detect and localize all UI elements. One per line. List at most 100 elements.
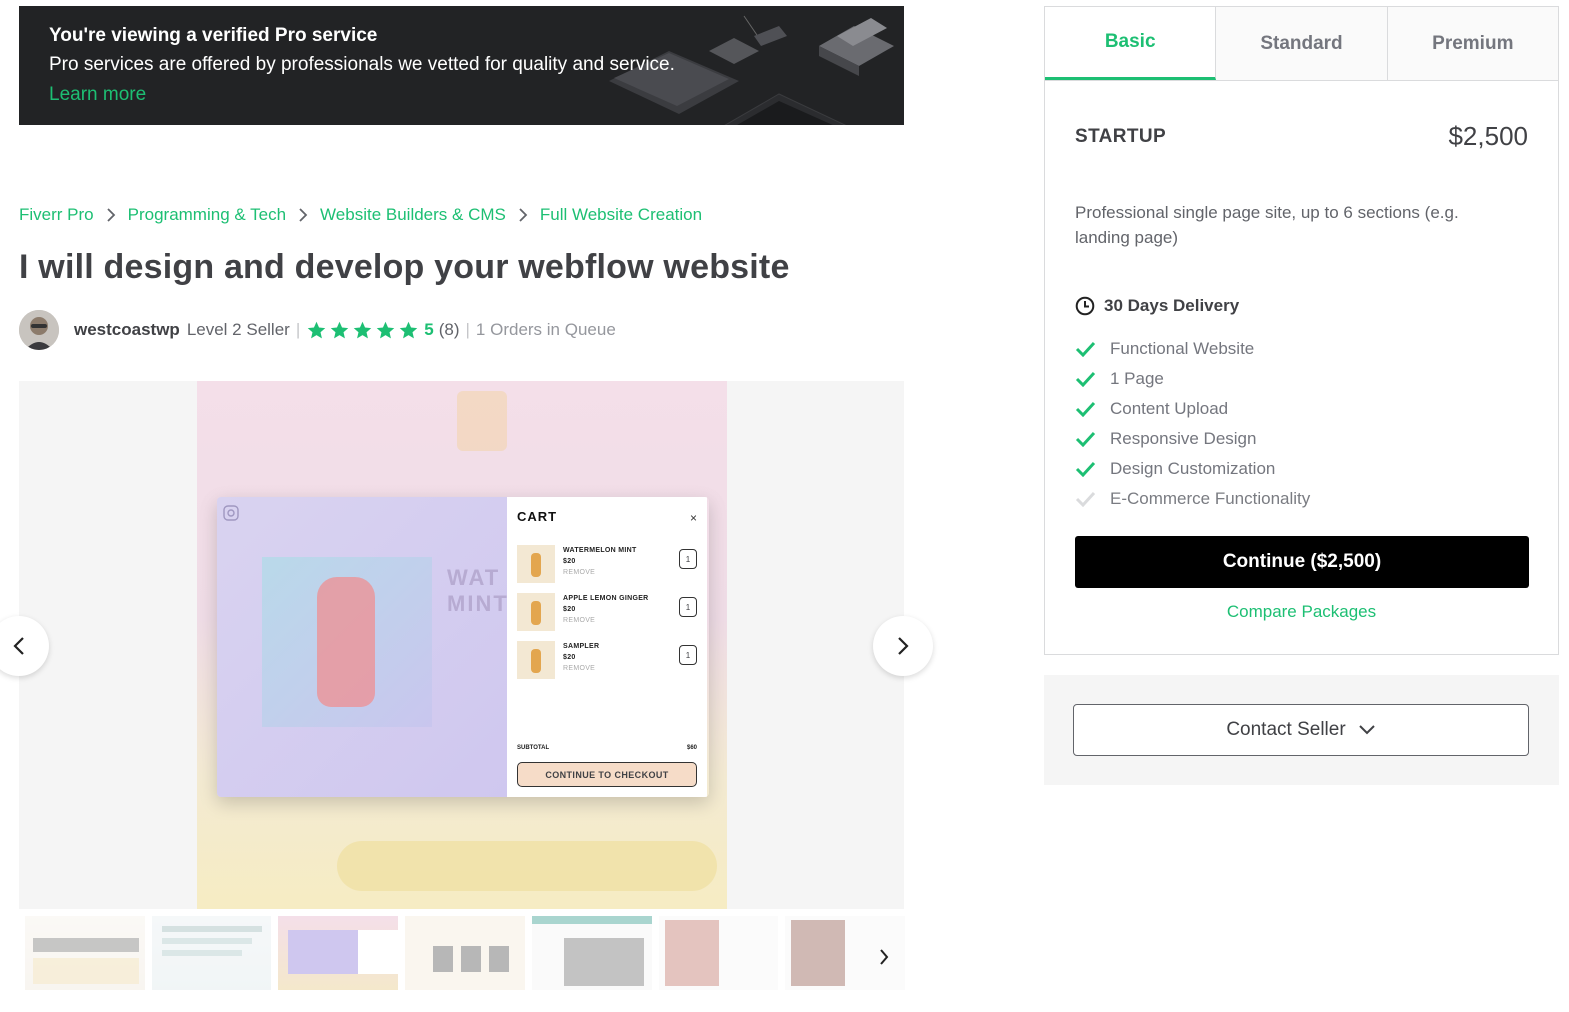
gallery-thumbnail[interactable] bbox=[25, 916, 145, 990]
separator: | bbox=[295, 320, 301, 339]
cart-item-qty: 1 bbox=[679, 645, 697, 665]
gallery-slide[interactable]: WAT MINT CART × WATERMELON MINT $20 REMO… bbox=[197, 381, 727, 909]
rating-score[interactable]: 5 bbox=[424, 320, 433, 340]
pro-banner-subtitle: Pro services are offered by professional… bbox=[49, 54, 675, 75]
contact-seller-button[interactable]: Contact Seller bbox=[1073, 704, 1529, 756]
gallery-thumbnail-active[interactable] bbox=[278, 916, 399, 990]
check-icon bbox=[1075, 431, 1096, 447]
seller-overview: westcoastwp Level 2 Seller | 5 (8) | 1 O… bbox=[19, 310, 616, 350]
cart-item-name: APPLE LEMON GINGER bbox=[563, 595, 649, 602]
cart-item: APPLE LEMON GINGER $20 REMOVE 1 bbox=[517, 593, 697, 633]
breadcrumb-fiverr-pro[interactable]: Fiverr Pro bbox=[19, 205, 94, 225]
product-thumb bbox=[517, 593, 555, 631]
gallery-thumbnail[interactable] bbox=[658, 916, 779, 990]
feature-list: Functional Website 1 Page Content Upload… bbox=[1075, 334, 1310, 514]
breadcrumb-full-website-creation[interactable]: Full Website Creation bbox=[540, 205, 702, 225]
chevron-right-icon bbox=[898, 637, 909, 655]
cart-item-price: $20 bbox=[563, 606, 576, 613]
check-icon bbox=[1075, 401, 1096, 417]
chevron-right-icon bbox=[298, 208, 308, 222]
continue-button[interactable]: Continue ($2,500) bbox=[1075, 536, 1529, 588]
subtotal-label: SUBTOTAL bbox=[517, 745, 550, 751]
contact-seller-section: Contact Seller bbox=[1044, 675, 1559, 785]
feature-item: Functional Website bbox=[1075, 334, 1310, 364]
cart-item-remove: REMOVE bbox=[563, 665, 596, 672]
star-icon bbox=[354, 321, 372, 338]
package-panel: Basic Standard Premium STARTUP $2,500 Pr… bbox=[1044, 6, 1559, 655]
breadcrumb-website-builders[interactable]: Website Builders & CMS bbox=[320, 205, 506, 225]
seller-level: Level 2 Seller bbox=[186, 320, 290, 339]
cart-title: CART bbox=[517, 509, 558, 524]
chevron-right-icon bbox=[518, 208, 528, 222]
check-icon bbox=[1075, 461, 1096, 477]
gallery-next-button[interactable] bbox=[873, 616, 933, 676]
delivery-text: 30 Days Delivery bbox=[1104, 296, 1240, 315]
gallery-thumbnail[interactable] bbox=[151, 916, 272, 990]
cart-subtotal: SUBTOTAL $60 bbox=[517, 745, 697, 751]
chevron-right-icon bbox=[106, 208, 116, 222]
cart-item-info: WATERMELON MINT $20 REMOVE bbox=[563, 545, 637, 585]
seller-avatar[interactable] bbox=[19, 310, 59, 350]
feature-label: Functional Website bbox=[1110, 339, 1255, 358]
product-preview: WAT MINT bbox=[217, 497, 507, 797]
cart-item-remove: REMOVE bbox=[563, 569, 596, 576]
star-rating[interactable] bbox=[306, 320, 419, 341]
cart-item-price: $20 bbox=[563, 558, 576, 565]
hero-text-line: WAT bbox=[447, 565, 501, 590]
cart-item-name: WATERMELON MINT bbox=[563, 547, 637, 554]
thumbnails-next-button[interactable] bbox=[878, 948, 890, 971]
cart-item-qty: 1 bbox=[679, 549, 697, 569]
cart-item-price: $20 bbox=[563, 654, 576, 661]
package-price: $2,500 bbox=[1448, 121, 1528, 151]
check-disabled-icon bbox=[1075, 491, 1096, 507]
tab-premium[interactable]: Premium bbox=[1387, 7, 1558, 80]
cart-item-info: APPLE LEMON GINGER $20 REMOVE bbox=[563, 593, 649, 633]
contact-seller-label: Contact Seller bbox=[1226, 719, 1346, 740]
gig-title: I will design and develop your webflow w… bbox=[19, 248, 790, 286]
compare-packages-link[interactable]: Compare Packages bbox=[1045, 602, 1558, 622]
breadcrumb: Fiverr Pro Programming & Tech Website Bu… bbox=[19, 205, 702, 225]
cart-item-info: SAMPLER $20 REMOVE bbox=[563, 641, 599, 681]
feature-item: Responsive Design bbox=[1075, 424, 1310, 454]
package-description: Professional single page site, up to 6 s… bbox=[1075, 203, 1459, 247]
tab-standard[interactable]: Standard bbox=[1216, 7, 1388, 80]
gallery-thumbnail[interactable] bbox=[531, 916, 652, 990]
delivery-time: 30 Days Delivery bbox=[1075, 296, 1239, 316]
blurred-shape bbox=[337, 841, 717, 891]
feature-label: E-Commerce Functionality bbox=[1110, 489, 1311, 508]
close-icon: × bbox=[689, 511, 697, 525]
learn-more-link[interactable]: Learn more bbox=[49, 80, 675, 110]
instagram-icon bbox=[223, 505, 239, 521]
orders-in-queue: 1 Orders in Queue bbox=[475, 320, 616, 339]
cart-item: WATERMELON MINT $20 REMOVE 1 bbox=[517, 545, 697, 585]
seller-name-link[interactable]: westcoastwp bbox=[74, 320, 180, 340]
check-icon bbox=[1075, 341, 1096, 357]
feature-item: Content Upload bbox=[1075, 394, 1310, 424]
feature-label: Responsive Design bbox=[1110, 429, 1257, 448]
checkout-mock-button: CONTINUE TO CHECKOUT bbox=[517, 762, 697, 787]
tab-basic[interactable]: Basic bbox=[1045, 7, 1217, 80]
cart-item-remove: REMOVE bbox=[563, 617, 596, 624]
clock-icon bbox=[1075, 296, 1095, 316]
gallery-thumbnails bbox=[25, 916, 906, 992]
package-name: STARTUP bbox=[1075, 125, 1167, 147]
chevron-down-icon bbox=[1358, 725, 1375, 735]
rating-count[interactable]: (8) bbox=[439, 320, 460, 340]
star-icon bbox=[400, 321, 418, 338]
blurred-shape bbox=[457, 391, 507, 451]
cart-item-qty: 1 bbox=[679, 597, 697, 617]
cart-item: SAMPLER $20 REMOVE 1 bbox=[517, 641, 697, 681]
gallery-thumbnail[interactable] bbox=[405, 916, 525, 990]
subtotal-value: $60 bbox=[686, 745, 697, 751]
breadcrumb-programming-tech[interactable]: Programming & Tech bbox=[128, 205, 286, 225]
package-tabs: Basic Standard Premium bbox=[1045, 7, 1558, 81]
chevron-left-icon bbox=[13, 637, 24, 655]
product-thumb bbox=[517, 545, 555, 583]
feature-label: 1 Page bbox=[1110, 369, 1164, 388]
feature-item: Design Customization bbox=[1075, 454, 1310, 484]
product-hero-text: WAT MINT bbox=[447, 565, 509, 617]
check-icon bbox=[1075, 371, 1096, 387]
separator: | bbox=[465, 320, 470, 339]
hero-text-line: MINT bbox=[447, 591, 509, 616]
chevron-right-icon bbox=[880, 949, 889, 965]
